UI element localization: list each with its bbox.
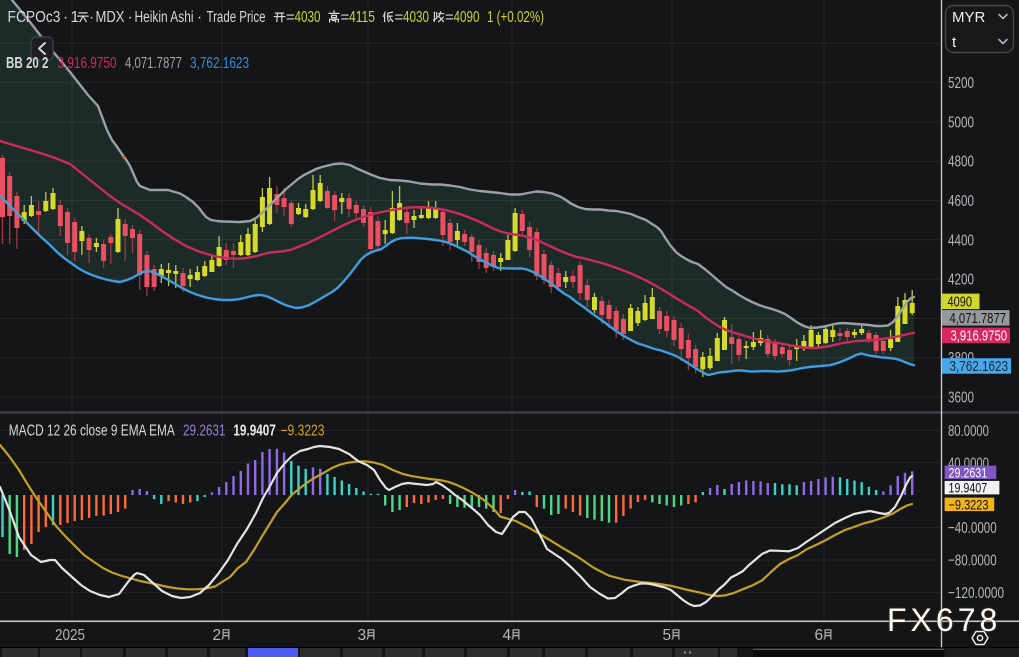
- svg-text:−80.0000: −80.0000: [948, 553, 997, 570]
- svg-text:·: ·: [197, 9, 202, 26]
- svg-text:4030: 4030: [403, 9, 429, 26]
- svg-text:Trade Price: Trade Price: [207, 9, 266, 26]
- svg-text:4800: 4800: [948, 154, 974, 171]
- svg-text:−40.0000: −40.0000: [948, 520, 997, 537]
- svg-text:Heikin Ashi: Heikin Ashi: [135, 9, 194, 26]
- svg-text:·: ·: [128, 9, 133, 26]
- svg-text:4,071.7877: 4,071.7877: [950, 310, 1007, 327]
- svg-text:29.2631: 29.2631: [183, 423, 226, 440]
- svg-text:5000: 5000: [948, 114, 974, 131]
- svg-text:4200: 4200: [948, 272, 974, 289]
- svg-text:3,916.9750: 3,916.9750: [58, 55, 117, 72]
- svg-text:3,762.1623: 3,762.1623: [950, 358, 1009, 375]
- svg-text:3: 3: [358, 627, 367, 644]
- svg-text:·: ·: [89, 9, 94, 26]
- svg-text:MACD 12 26 close 9 EMA EMA: MACD 12 26 close 9 EMA EMA: [9, 423, 175, 440]
- svg-text:2: 2: [213, 627, 222, 644]
- svg-text:4115: 4115: [349, 9, 375, 26]
- svg-text:FCPOc3: FCPOc3: [8, 9, 61, 26]
- svg-text:−9.3223: −9.3223: [949, 496, 989, 512]
- svg-text:4,071.7877: 4,071.7877: [125, 55, 182, 72]
- svg-text:·: ·: [63, 9, 68, 26]
- svg-text:3,762.1623: 3,762.1623: [190, 55, 249, 72]
- svg-text:MYR: MYR: [952, 9, 986, 26]
- svg-text:80.0000: 80.0000: [948, 423, 989, 440]
- svg-text:1 (+0.02%): 1 (+0.02%): [487, 9, 544, 26]
- svg-text:2025: 2025: [55, 627, 85, 644]
- svg-text:29.2631: 29.2631: [949, 464, 988, 480]
- svg-text:4090: 4090: [454, 9, 480, 26]
- svg-text:MDX: MDX: [96, 9, 126, 26]
- svg-text:5200: 5200: [948, 75, 974, 92]
- svg-text:19.9407: 19.9407: [233, 423, 275, 440]
- svg-text:4400: 4400: [948, 232, 974, 249]
- svg-text:4600: 4600: [948, 193, 974, 210]
- svg-text:19.9407: 19.9407: [949, 480, 988, 496]
- svg-text:1: 1: [71, 9, 80, 26]
- svg-text:3,916.9750: 3,916.9750: [951, 327, 1008, 344]
- svg-text:−9.3223: −9.3223: [281, 423, 325, 440]
- svg-text:−120.0000: −120.0000: [948, 585, 1004, 602]
- svg-text:BB 20 2: BB 20 2: [6, 55, 49, 72]
- svg-text:3600: 3600: [948, 390, 974, 407]
- svg-text:4090: 4090: [948, 293, 973, 310]
- svg-text:4030: 4030: [295, 9, 321, 26]
- svg-text:4: 4: [503, 627, 512, 644]
- svg-text:6: 6: [815, 627, 824, 644]
- svg-text:5: 5: [663, 627, 672, 644]
